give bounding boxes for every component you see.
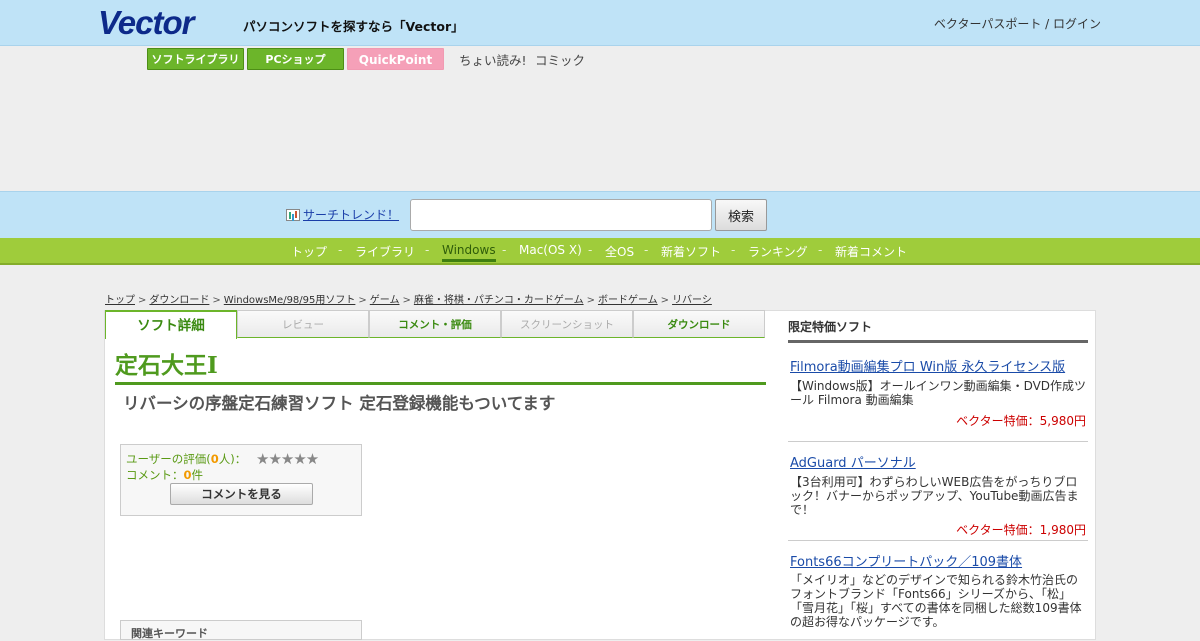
- breadcrumb-item[interactable]: トップ: [105, 295, 135, 306]
- nav-separator: -: [644, 243, 649, 257]
- user-rating-count: 0: [210, 452, 219, 466]
- software-subtitle: リバーシの序盤定石練習ソフト 定石登録機能もついてます: [123, 394, 556, 413]
- breadcrumb-item[interactable]: 麻雀・将棋・パチンコ・カードゲーム: [414, 295, 584, 306]
- offer-title-link[interactable]: Fonts66コンプリートパック／109書体: [790, 551, 1022, 570]
- service-tab-soft-library[interactable]: ソフトライブラリ: [147, 48, 244, 70]
- tab-download[interactable]: ダウンロード: [633, 310, 765, 338]
- sidebar-heading: 限定特価ソフト: [788, 318, 1088, 343]
- breadcrumb-separator: >: [212, 295, 221, 306]
- related-keywords-heading: 関連キーワード: [131, 627, 208, 640]
- nav-separator: -: [502, 243, 507, 257]
- software-title: 定石大王I: [115, 352, 218, 379]
- offer-item: Fonts66コンプリートパック／109書体 「メイリオ」などのデザインで知られ…: [788, 541, 1088, 641]
- offer-description: 「メイリオ」などのデザインで知られる鈴木竹治氏のフォントブランド「Fonts66…: [790, 573, 1082, 629]
- breadcrumb-separator: >: [586, 295, 595, 306]
- nav-item-mac[interactable]: Mac(OS X): [519, 243, 582, 257]
- offer-item: AdGuard パーソナル 【3台利用可】わずらわしいWEB広告をがっちりブロッ…: [788, 442, 1088, 541]
- link-comic[interactable]: コミック: [535, 50, 585, 69]
- search-input[interactable]: [410, 199, 712, 231]
- nav-item-library[interactable]: ライブラリ: [355, 243, 415, 260]
- detail-tabs: ソフト詳細 レビュー コメント・評価 スクリーンショット ダウンロード: [105, 310, 765, 339]
- breadcrumb-item[interactable]: WindowsMe/98/95用ソフト: [224, 295, 356, 306]
- login-link[interactable]: ベクターパスポート / ログイン: [934, 15, 1101, 32]
- breadcrumb-separator: >: [660, 295, 670, 306]
- offer-title-link[interactable]: Filmora動画編集プロ Win版 永久ライセンス版: [790, 356, 1065, 375]
- user-rating-line: ユーザーの評価(0人)：: [126, 452, 247, 466]
- breadcrumb-item[interactable]: ゲーム: [370, 295, 400, 306]
- breadcrumb-separator: >: [358, 295, 367, 306]
- nav-item-top[interactable]: トップ: [291, 243, 327, 260]
- related-keywords-box: 関連キーワード: [120, 620, 362, 640]
- nav-item-ranking[interactable]: ランキング: [748, 243, 808, 260]
- search-button[interactable]: 検索: [715, 199, 767, 231]
- offer-title-link[interactable]: AdGuard パーソナル: [790, 452, 916, 471]
- nav-separator: -: [588, 243, 593, 257]
- breadcrumb-separator: >: [138, 295, 147, 306]
- site-header: Vector パソコンソフトを探すなら「Vector」 ベクターパスポート / …: [0, 0, 1200, 46]
- nav-separator: -: [818, 243, 823, 257]
- breadcrumb-separator: >: [402, 295, 411, 306]
- nav-item-windows[interactable]: Windows: [442, 243, 496, 262]
- offer-description: 【3台利用可】わずらわしいWEB広告をがっちりブロック！バナーからポップアップ、…: [790, 475, 1079, 517]
- tab-soft-details[interactable]: ソフト詳細: [105, 310, 237, 339]
- offer-description: 【Windows版】オールインワン動画編集・DVD作成ツール Filmora 動…: [790, 379, 1087, 407]
- nav-separator: -: [425, 243, 430, 257]
- site-tagline: パソコンソフトを探すなら「Vector」: [243, 19, 464, 34]
- tab-review[interactable]: レビュー: [237, 310, 369, 338]
- comment-count: 0: [183, 468, 192, 482]
- link-choi-yomi[interactable]: ちょい読み!: [459, 50, 527, 69]
- nav-item-new-comments[interactable]: 新着コメント: [835, 243, 907, 260]
- title-divider: [115, 382, 766, 385]
- offer-item: Filmora動画編集プロ Win版 永久ライセンス版 【Windows版】オー…: [788, 342, 1088, 442]
- comment-count-line: コメント：0件: [126, 468, 204, 482]
- service-tab-quickpoint[interactable]: QuickPoint: [347, 48, 444, 70]
- nav-separator: -: [338, 243, 343, 257]
- rating-box: ユーザーの評価(0人)： ★★★★★ コメント：0件 コメントを見る: [120, 444, 362, 516]
- vector-logo[interactable]: Vector: [98, 6, 194, 40]
- service-tab-pc-shop[interactable]: PCショップ: [247, 48, 344, 70]
- search-trend-label: サーチトレンド！: [303, 208, 400, 222]
- breadcrumb: トップ > ダウンロード > WindowsMe/98/95用ソフト > ゲーム > 麻雀・将棋…: [105, 291, 712, 306]
- breadcrumb-item[interactable]: リバーシ: [672, 295, 712, 306]
- tab-comments[interactable]: コメント・評価: [369, 310, 501, 338]
- offer-price: ベクター特価：5,980円: [956, 414, 1086, 428]
- tab-screenshot[interactable]: スクリーンショット: [501, 310, 633, 338]
- breadcrumb-item[interactable]: ダウンロード: [149, 295, 209, 306]
- nav-item-new-soft[interactable]: 新着ソフト: [661, 243, 721, 260]
- nav-item-all-os[interactable]: 全OS: [605, 243, 634, 260]
- sidebar-special-offers: 限定特価ソフト Filmora動画編集プロ Win版 永久ライセンス版 【Win…: [788, 318, 1088, 629]
- search-trend-link[interactable]: サーチトレンド！: [286, 206, 399, 223]
- view-comments-button[interactable]: コメントを見る: [170, 483, 313, 505]
- rating-stars: ★★★★★: [256, 450, 319, 468]
- nav-separator: -: [731, 243, 736, 257]
- chart-icon: [286, 209, 300, 221]
- main-nav: トップ - ライブラリ - Windows - Mac(OS X) - 全OS …: [0, 238, 1200, 265]
- offer-price: ベクター特価：1,980円: [956, 523, 1086, 537]
- breadcrumb-item[interactable]: ボードゲーム: [598, 295, 658, 306]
